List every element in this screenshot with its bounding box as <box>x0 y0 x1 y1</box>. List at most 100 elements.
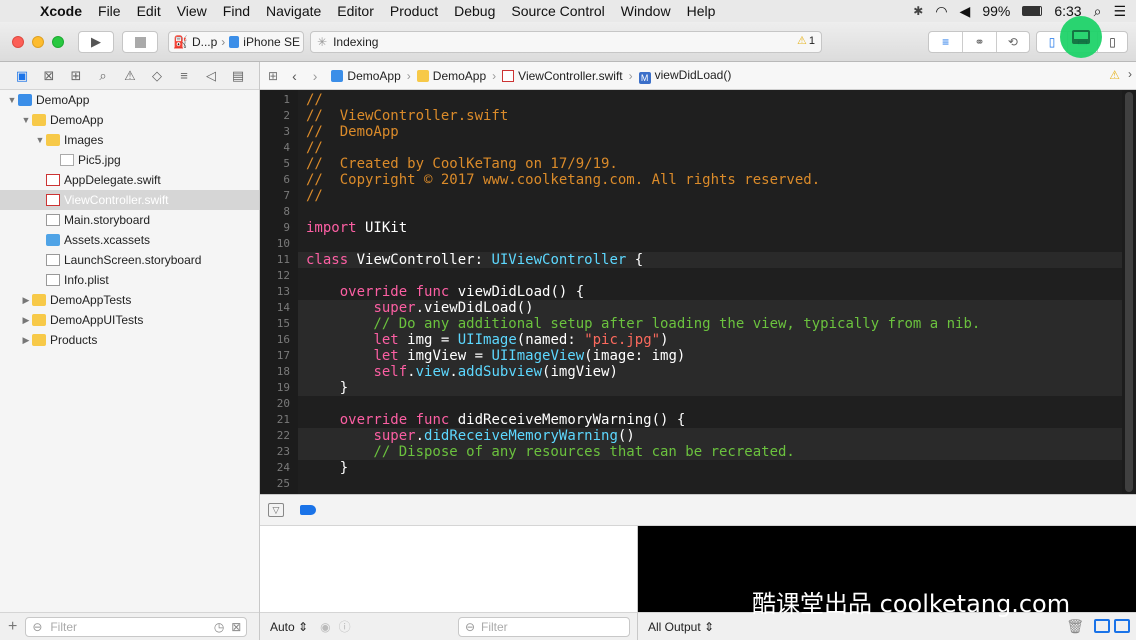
standard-editor-button[interactable]: ≡ <box>929 32 962 52</box>
notification-center-icon[interactable]: ☰ <box>1113 3 1126 20</box>
trash-icon[interactable]: 🗑 <box>1066 618 1084 635</box>
forward-arrow-icon[interactable]: › <box>313 68 318 84</box>
menu-source-control[interactable]: Source Control <box>511 3 604 19</box>
code-line[interactable]: // <box>306 140 323 156</box>
next-issue-icon[interactable]: › <box>1128 67 1132 81</box>
code-line[interactable]: // Created by CoolKeTang on 17/9/19. <box>306 156 618 172</box>
issue-warning-icon[interactable]: ⚠ <box>1109 68 1120 82</box>
editor-scrollbar-thumb[interactable] <box>1125 92 1133 492</box>
jumpbar-crumb-method[interactable]: MviewDidLoad() <box>638 68 731 84</box>
navigator-item[interactable]: ▼ DemoApp <box>0 90 259 110</box>
code-line[interactable]: } <box>306 460 348 476</box>
editor-scrollbar[interactable] <box>1122 90 1136 494</box>
spotlight-search-icon[interactable]: ⌕ <box>1094 3 1102 20</box>
navigator-item[interactable]: ViewController.swift <box>0 190 259 210</box>
issue-navigator-icon[interactable]: ⚠ <box>122 68 138 84</box>
navigator-item[interactable]: ▶ Products <box>0 330 259 350</box>
run-button[interactable]: ▶ <box>78 31 114 53</box>
disclosure-triangle-icon[interactable]: ▶ <box>20 295 32 306</box>
code-line[interactable]: // DemoApp <box>306 124 399 140</box>
scheme-selector[interactable]: ⛽ D...p › iPhone SE <box>168 31 304 53</box>
quick-look-icon[interactable]: ◉ <box>320 620 330 634</box>
code-line[interactable]: // <box>306 92 323 108</box>
related-items-icon[interactable]: ⊞ <box>268 69 278 83</box>
zoom-window-button[interactable] <box>52 36 64 48</box>
jumpbar-crumb-project[interactable]: DemoApp <box>331 69 401 83</box>
menu-help[interactable]: Help <box>687 3 716 19</box>
menu-debug[interactable]: Debug <box>454 3 495 19</box>
recent-files-icon[interactable]: ◷ <box>214 618 224 636</box>
test-navigator-icon[interactable]: ◇ <box>149 68 165 84</box>
info-icon[interactable]: ⓘ <box>339 618 351 635</box>
disclosure-triangle-icon[interactable]: ▼ <box>20 115 32 125</box>
assistant-editor-button[interactable]: ⚭ <box>962 32 995 52</box>
jumpbar-crumb-group[interactable]: DemoApp <box>416 69 486 83</box>
breakpoints-toggle-icon[interactable] <box>300 505 316 515</box>
source-control-filter-icon[interactable]: ⊠ <box>231 618 241 636</box>
minimize-window-button[interactable] <box>32 36 44 48</box>
add-file-icon[interactable]: + <box>8 618 17 636</box>
navigator-item[interactable]: ▶ DemoAppTests <box>0 290 259 310</box>
disclosure-triangle-icon[interactable]: ▶ <box>20 335 32 346</box>
menu-window[interactable]: Window <box>621 3 671 19</box>
variables-filter-input[interactable]: ⊖ Filter <box>458 617 630 637</box>
jumpbar-crumb-file[interactable]: ViewController.swift <box>502 69 623 83</box>
disclosure-triangle-icon[interactable]: ▼ <box>34 135 46 145</box>
menu-navigate[interactable]: Navigate <box>266 3 321 19</box>
navigator-item[interactable]: Assets.xcassets <box>0 230 259 250</box>
auto-scope-selector[interactable]: Auto ⇕ <box>270 620 308 634</box>
menu-edit[interactable]: Edit <box>137 3 161 19</box>
source-control-navigator-icon[interactable]: ⊠ <box>41 68 57 84</box>
back-arrow-icon[interactable]: ‹ <box>292 68 297 84</box>
show-console-view-icon[interactable] <box>1114 619 1130 633</box>
navigator-item[interactable]: ▼ Images <box>0 130 259 150</box>
source-editor[interactable]: 1 2 3 4 5 6 7 8 9 10 11 12 13 14 15 16 17 18 19 20 21 22 23 24 2… <box>260 90 1122 494</box>
code-line[interactable]: // <box>306 188 323 204</box>
code-line[interactable]: // Do any additional setup after loading… <box>306 316 980 332</box>
breakpoint-navigator-icon[interactable]: ◁ <box>203 68 219 84</box>
code-line[interactable]: self.view.addSubview(imgView) <box>306 364 617 380</box>
menu-editor[interactable]: Editor <box>337 3 374 19</box>
code-line[interactable]: // Copyright © 2017 www.coolketang.com. … <box>306 172 820 188</box>
warning-indicator[interactable]: ⚠ 1 <box>797 34 815 48</box>
code-line[interactable]: // ViewController.swift <box>306 108 508 124</box>
code-line[interactable]: let imgView = UIImageView(image: img) <box>306 348 685 364</box>
navigator-filter-input[interactable]: ⊖ Filter ◷ ⊠ <box>25 616 248 637</box>
find-navigator-icon[interactable]: ⌕ <box>95 68 111 84</box>
symbol-navigator-icon[interactable]: ⊞ <box>68 68 84 84</box>
code-line[interactable]: override func didReceiveMemoryWarning() … <box>306 412 686 428</box>
disclosure-triangle-icon[interactable]: ▼ <box>6 95 18 105</box>
menu-find[interactable]: Find <box>223 3 250 19</box>
menu-file[interactable]: File <box>98 3 121 19</box>
menu-app-name[interactable]: Xcode <box>40 3 82 19</box>
code-line[interactable]: } <box>306 380 348 396</box>
show-variables-view-icon[interactable] <box>1094 619 1110 633</box>
navigator-item[interactable]: ▶ DemoAppUITests <box>0 310 259 330</box>
code-line[interactable]: super.viewDidLoad() <box>306 300 533 316</box>
debug-navigator-icon[interactable]: ≡ <box>176 68 192 83</box>
menu-view[interactable]: View <box>177 3 207 19</box>
code-line[interactable]: override func viewDidLoad() { <box>306 284 584 300</box>
battery-percent[interactable]: 99% <box>982 3 1010 19</box>
code-line[interactable]: class ViewController: UIViewController { <box>306 252 643 268</box>
navigator-item[interactable]: Main.storyboard <box>0 210 259 230</box>
battery-icon[interactable] <box>1022 6 1043 16</box>
navigator-item[interactable]: ▼ DemoApp <box>0 110 259 130</box>
output-selector[interactable]: All Output ⇕ <box>648 620 714 634</box>
navigator-item[interactable]: LaunchScreen.storyboard <box>0 250 259 270</box>
code-line[interactable]: super.didReceiveMemoryWarning() <box>306 428 634 444</box>
volume-icon[interactable]: ◀ <box>960 3 971 20</box>
code-line[interactable]: let img = UIImage(named: "pic.jpg") <box>306 332 668 348</box>
report-navigator-icon[interactable]: ▤ <box>230 68 246 84</box>
project-navigator-icon[interactable]: ▣ <box>14 68 30 84</box>
navigator-item[interactable]: AppDelegate.swift <box>0 170 259 190</box>
menu-product[interactable]: Product <box>390 3 438 19</box>
navigator-item[interactable]: Pic5.jpg <box>0 150 259 170</box>
code-line[interactable]: import UIKit <box>306 220 407 236</box>
disclosure-triangle-icon[interactable]: ▶ <box>20 315 32 326</box>
bluetooth-icon[interactable]: ✱ <box>913 4 923 18</box>
wifi-icon[interactable]: ◠ <box>935 3 947 20</box>
stop-button[interactable] <box>122 31 158 53</box>
code-line[interactable]: // Dispose of any resources that can be … <box>306 444 794 460</box>
close-window-button[interactable] <box>12 36 24 48</box>
